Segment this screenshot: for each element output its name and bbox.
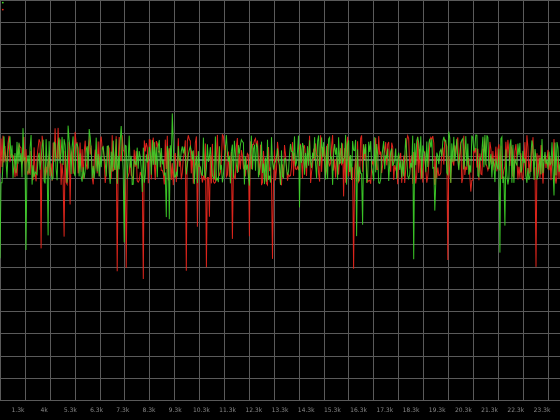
x-tick-label: 12.3k xyxy=(245,407,262,414)
x-tick-label: 6.3k xyxy=(90,407,104,414)
x-tick-label: 21.3k xyxy=(481,407,498,414)
green-channel-marker-icon: • xyxy=(1,0,5,7)
x-axis-tick-labels: 1.3k 4k 5.3k 6.3k 7.3k 8.3k 9.3k 10.3k 11.3k 12.3… xyxy=(11,407,550,414)
x-tick-label: 10.3k xyxy=(193,407,210,414)
x-tick-label: 4k xyxy=(41,407,49,414)
x-tick-label: 18.3k xyxy=(403,407,420,414)
plot-grid xyxy=(0,0,560,401)
x-tick-label: 14.3k xyxy=(298,407,315,414)
x-tick-label: 23.3k xyxy=(534,407,551,414)
x-tick-label: 17.3k xyxy=(376,407,393,414)
x-tick-label: 15.3k xyxy=(324,407,341,414)
oscilloscope-plot: 1.3k 4k 5.3k 6.3k 7.3k 8.3k 9.3k 10.3k 11.3k 12.3… xyxy=(0,0,560,414)
x-tick-label: 16.3k xyxy=(350,407,367,414)
x-tick-label: 19.3k xyxy=(429,407,446,414)
x-tick-label: 22.3k xyxy=(507,407,524,414)
signal-trace-1 xyxy=(0,113,560,260)
x-tick-label: 9.3k xyxy=(169,407,183,414)
signal-traces xyxy=(0,113,560,280)
x-tick-label: 13.3k xyxy=(272,407,289,414)
red-channel-marker-icon: • xyxy=(1,7,5,14)
x-tick-label: 5.3k xyxy=(64,407,78,414)
x-tick-label: 1.3k xyxy=(11,407,25,414)
signal-trace-0 xyxy=(0,127,560,280)
x-tick-label: 8.3k xyxy=(142,407,156,414)
x-tick-label: 7.3k xyxy=(116,407,130,414)
x-tick-label: 11.3k xyxy=(219,407,236,414)
x-tick-label: 20.3k xyxy=(455,407,472,414)
channel-legend: • • xyxy=(1,0,5,14)
